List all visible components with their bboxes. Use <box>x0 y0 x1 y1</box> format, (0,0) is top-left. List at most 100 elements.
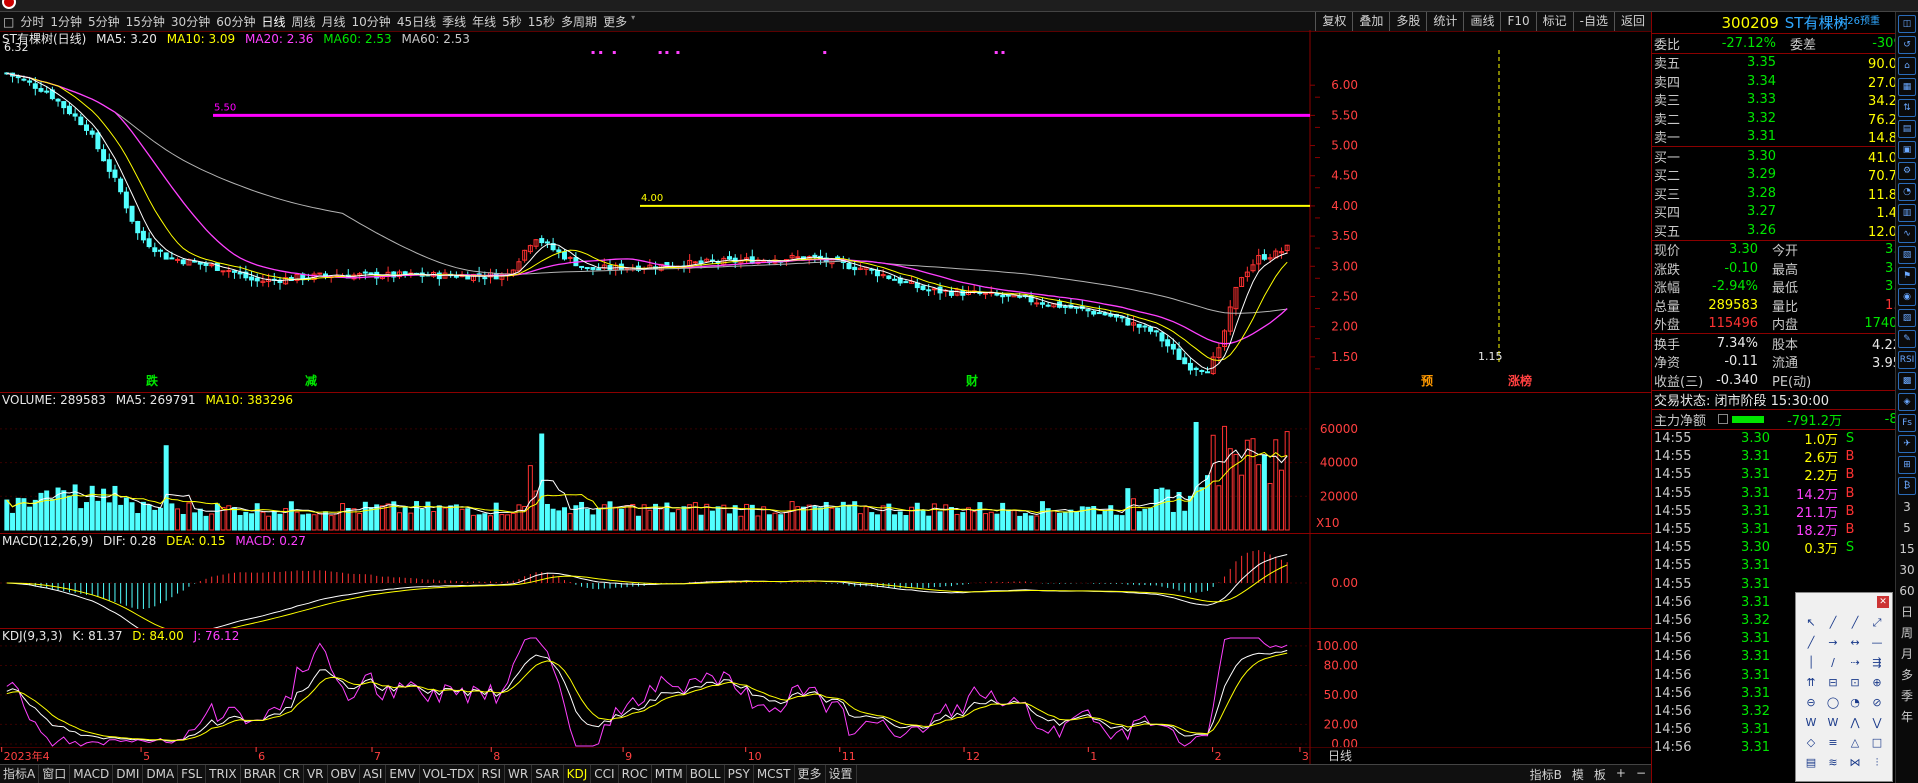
price-chart[interactable]: 6.00 5.50 5.00 4.50 4.00 3.50 3.00 2.50 2.00 1.50… <box>0 30 1651 392</box>
period-shortcut-6[interactable]: 周 <box>1898 624 1916 642</box>
ask-4[interactable]: 卖二 3.32 76.2万 <box>1652 109 1918 128</box>
table-icon[interactable]: ▥ <box>1898 204 1916 222</box>
period-12[interactable]: 年线 <box>469 13 499 30</box>
draw-tool-icon[interactable]: □ <box>1866 733 1888 753</box>
home-icon[interactable]: ⌂ <box>1898 57 1916 75</box>
draw-tool-icon[interactable]: ⊖ <box>1800 693 1822 713</box>
period-5[interactable]: 60分钟 <box>213 13 258 30</box>
draw-tool-icon[interactable]: W <box>1800 713 1822 733</box>
indicator-tab-12[interactable]: EMV <box>386 765 420 783</box>
flag-icon[interactable]: ⚑ <box>1898 267 1916 285</box>
period-shortcut-0[interactable]: 3 <box>1898 498 1916 516</box>
draw-tool-icon[interactable]: ⋁ <box>1866 713 1888 733</box>
tool-button-3[interactable]: 统计 <box>1426 12 1463 31</box>
indicator-tab-2[interactable]: MACD <box>70 765 114 783</box>
period-8[interactable]: 月线 <box>319 13 349 30</box>
indicator-tab-17[interactable]: KDJ <box>564 765 592 783</box>
draw-tool-icon[interactable]: ◇ <box>1800 733 1822 753</box>
period-9[interactable]: 10分钟 <box>349 13 394 30</box>
draw-tool-icon[interactable]: ⊘ <box>1866 693 1888 713</box>
indicator-tab-4[interactable]: DMA <box>143 765 179 783</box>
indicator-action-4[interactable]: − <box>1631 766 1651 783</box>
draw-tool-icon[interactable]: ╱ <box>1800 633 1822 653</box>
period-shortcut-4[interactable]: 60 <box>1898 582 1916 600</box>
draw-tool-icon[interactable]: ↖ <box>1800 613 1822 633</box>
kdj-chart[interactable]: 100.00 80.00 50.00 20.00 0.00 <box>0 629 1651 747</box>
indicator-tab-23[interactable]: MCST <box>754 765 795 783</box>
draw-tool-icon[interactable]: ⤢ <box>1866 613 1888 633</box>
indicator-tab-19[interactable]: ROC <box>619 765 652 783</box>
period-3[interactable]: 15分钟 <box>123 13 168 30</box>
draw-tool-icon[interactable]: ⊟ <box>1822 673 1844 693</box>
draw-tool-icon[interactable]: → <box>1822 633 1844 653</box>
draw-tool-icon[interactable]: ◯ <box>1822 693 1844 713</box>
macd-chart[interactable]: 0.00 <box>0 534 1651 628</box>
tool-button-0[interactable]: 复权 <box>1315 12 1352 31</box>
indicator-tab-7[interactable]: BRAR <box>241 765 281 783</box>
ask-5[interactable]: 卖一 3.31 14.8万 <box>1652 128 1918 146</box>
period-15[interactable]: 多周期 <box>558 13 600 30</box>
tool-button-8[interactable]: 返回 <box>1613 12 1651 31</box>
layout-icon[interactable]: ⊞ <box>1898 456 1916 474</box>
indicator-tab-0[interactable]: 指标A <box>0 765 40 783</box>
indicator-tab-6[interactable]: TRIX <box>206 765 241 783</box>
draw-tool-icon[interactable]: ⫶ <box>1866 753 1888 773</box>
palette-close-icon[interactable]: ✕ <box>1877 596 1889 608</box>
period-0[interactable]: 分时 <box>17 13 47 30</box>
diamond-icon[interactable]: ◈ <box>1898 393 1916 411</box>
draw-tool-icon[interactable]: ↔ <box>1844 633 1866 653</box>
draw-tool-icon[interactable]: ⇢ <box>1844 653 1866 673</box>
draw-tool-icon[interactable]: ╱ <box>1822 613 1844 633</box>
indicator-tab-13[interactable]: VOL-TDX <box>420 765 479 783</box>
draw-tool-icon[interactable]: △ <box>1844 733 1866 753</box>
ask-2[interactable]: 卖四 3.34 27.0万 <box>1652 72 1918 91</box>
indicator-tab-11[interactable]: ASI <box>360 765 387 783</box>
main-flow-info-icon[interactable] <box>1718 414 1728 425</box>
bid-3[interactable]: 买三 3.28 11.8万 <box>1652 184 1918 203</box>
draw-tool-icon[interactable]: ⊡ <box>1844 673 1866 693</box>
draw-tool-icon[interactable]: ╱ <box>1844 613 1866 633</box>
period-4[interactable]: 30分钟 <box>168 13 213 30</box>
period-1[interactable]: 1分钟 <box>47 13 85 30</box>
tool-button-2[interactable]: 多股 <box>1389 12 1426 31</box>
indicator-tab-18[interactable]: CCI <box>591 765 619 783</box>
draw-tool-icon[interactable]: ≋ <box>1822 753 1844 773</box>
period-6[interactable]: 日线 <box>258 13 288 30</box>
indicator-tab-24[interactable]: 更多 <box>795 765 826 783</box>
period-shortcut-8[interactable]: 多 <box>1898 666 1916 684</box>
bid-4[interactable]: 买四 3.27 1.4万 <box>1652 203 1918 221</box>
period-shortcut-5[interactable]: 日 <box>1898 603 1916 621</box>
indicator-tab-1[interactable]: 窗口 <box>39 765 71 783</box>
period-16[interactable]: 更多 <box>600 13 630 30</box>
indicator-tab-15[interactable]: WR <box>505 765 533 783</box>
period-14[interactable]: 15秒 <box>525 13 558 30</box>
plane-icon[interactable]: ✈ <box>1898 435 1916 453</box>
refresh-icon[interactable]: ↺ <box>1898 36 1916 54</box>
draw-tool-icon[interactable]: ⇶ <box>1866 653 1888 673</box>
rsi-icon[interactable]: RSI <box>1898 351 1916 369</box>
draw-tool-icon[interactable]: │ <box>1800 653 1822 673</box>
period-shortcut-10[interactable]: 年 <box>1898 708 1916 726</box>
sort-icon[interactable]: ⇅ <box>1898 99 1916 117</box>
period-shortcut-3[interactable]: 30 <box>1898 561 1916 579</box>
toolbar-menu-icon[interactable]: □ <box>0 15 17 29</box>
indicator-action-1[interactable]: 模 <box>1567 766 1589 783</box>
draw-tool-icon[interactable]: ∕ <box>1822 653 1844 673</box>
bid-5[interactable]: 买五 3.26 12.0万 <box>1652 221 1918 240</box>
ask-3[interactable]: 卖三 3.33 34.2万 <box>1652 91 1918 109</box>
report-icon[interactable]: ▧ <box>1898 246 1916 264</box>
draw-tool-icon[interactable]: ⇈ <box>1800 673 1822 693</box>
indicator-tab-22[interactable]: PSY <box>725 765 754 783</box>
target-icon[interactable]: ◉ <box>1898 288 1916 306</box>
bid-1[interactable]: 买一 3.30 41.0万 <box>1652 147 1918 166</box>
indicator-action-2[interactable]: 板 <box>1589 766 1611 783</box>
period-7[interactable]: 周线 <box>289 13 319 30</box>
draw-tool-icon[interactable]: ⋀ <box>1844 713 1866 733</box>
indicator-tab-9[interactable]: VR <box>304 765 328 783</box>
indicator-tab-14[interactable]: RSI <box>479 765 506 783</box>
indicator-tab-20[interactable]: MTM <box>652 765 687 783</box>
grid-icon[interactable]: ▦ <box>1898 78 1916 96</box>
period-shortcut-2[interactable]: 15 <box>1898 540 1916 558</box>
period-2[interactable]: 5分钟 <box>85 13 123 30</box>
draw-tool-icon[interactable]: ≡ <box>1822 733 1844 753</box>
